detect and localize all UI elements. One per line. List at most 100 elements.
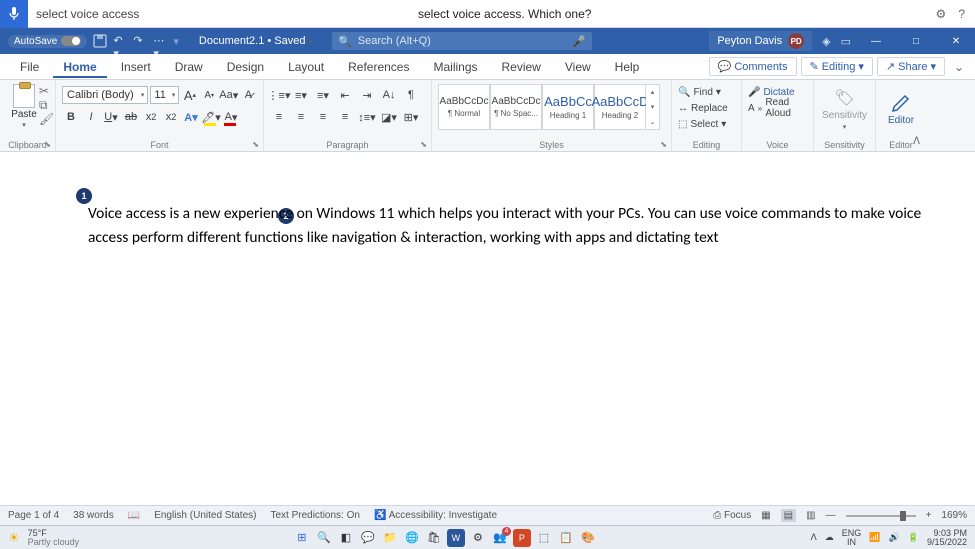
volume-icon[interactable]: 🔊 (889, 532, 900, 543)
strikethrough-button[interactable]: ab (122, 108, 140, 126)
align-right-button[interactable]: ≡ (314, 108, 332, 126)
tab-draw[interactable]: Draw (165, 56, 213, 78)
style-heading1[interactable]: AaBbCc Heading 1 (542, 84, 594, 130)
style-heading2[interactable]: AaBbCcD Heading 2 (594, 84, 646, 130)
cut-icon[interactable]: ✂ (39, 84, 51, 96)
search-mic-icon[interactable]: 🎤 (572, 35, 586, 48)
format-painter-icon[interactable]: 🖌 (39, 112, 51, 124)
settings-icon[interactable]: ⚙ (469, 529, 487, 547)
app-icon-3[interactable]: 🎨 (579, 529, 597, 547)
focus-mode-button[interactable]: ⎙ Focus (713, 510, 751, 521)
grow-font-button[interactable]: A▴ (181, 86, 198, 104)
underline-button[interactable]: U▾ (102, 108, 120, 126)
find-button[interactable]: 🔍 Find ▾ (678, 84, 735, 100)
word-count[interactable]: 38 words (73, 510, 114, 521)
app-icon[interactable]: ⬚ (535, 529, 553, 547)
spellcheck-icon[interactable]: 📖 (128, 510, 140, 521)
maximize-button[interactable]: □ (901, 28, 931, 54)
font-selector[interactable]: Calibri (Body)▾ (62, 86, 148, 104)
dialog-launcher-icon[interactable]: ⬊ (420, 140, 427, 149)
tab-references[interactable]: References (338, 56, 419, 78)
align-left-button[interactable]: ≡ (270, 108, 288, 126)
clear-formatting-button[interactable]: A̷ (240, 86, 257, 104)
tab-help[interactable]: Help (605, 56, 650, 78)
edge-icon[interactable]: 🌐 (403, 529, 421, 547)
borders-button[interactable]: ⊞▾ (402, 108, 420, 126)
document-canvas[interactable]: 1 2 Voice access is a new experience on … (0, 152, 975, 505)
style-normal[interactable]: AaBbCcDc ¶ Normal (438, 84, 490, 130)
zoom-out-button[interactable]: — (826, 510, 836, 521)
zoom-slider[interactable] (846, 515, 916, 517)
taskbar-search-icon[interactable]: 🔍 (315, 529, 333, 547)
style-no-spacing[interactable]: AaBbCcDc ¶ No Spac... (490, 84, 542, 130)
page-indicator[interactable]: Page 1 of 4 (8, 510, 59, 521)
font-color-button[interactable]: A▾ (222, 108, 240, 126)
tab-review[interactable]: Review (492, 56, 551, 78)
user-account-button[interactable]: Peyton Davis PD (709, 31, 812, 51)
undo-icon[interactable]: ↶ ▾ (113, 34, 127, 48)
tab-mailings[interactable]: Mailings (423, 56, 487, 78)
start-button[interactable]: ⊞ (293, 529, 311, 547)
file-explorer-icon[interactable]: 📁 (381, 529, 399, 547)
close-button[interactable]: ✕ (941, 28, 971, 54)
tab-home[interactable]: Home (53, 56, 106, 78)
read-aloud-button[interactable]: A» Read Aloud (748, 100, 807, 116)
diamond-icon[interactable]: ◈ (822, 35, 830, 48)
language-indicator[interactable]: English (United States) (154, 510, 256, 521)
tray-chevron-icon[interactable]: ᐱ (811, 532, 817, 543)
redo-icon[interactable]: ↷ (133, 34, 147, 48)
voice-access-help-icon[interactable]: ? (958, 7, 965, 21)
bullets-button[interactable]: ⋮≡▾ (270, 86, 288, 104)
zoom-in-button[interactable]: + (926, 510, 932, 521)
line-spacing-button[interactable]: ↕≡▾ (358, 108, 376, 126)
print-layout-icon[interactable]: ▤ (781, 509, 796, 522)
change-case-button[interactable]: Aa▾ (220, 86, 238, 104)
tab-view[interactable]: View (555, 56, 601, 78)
share-button[interactable]: ↗ Share ▾ (877, 57, 945, 76)
task-view-icon[interactable]: ◧ (337, 529, 355, 547)
text-effects-button[interactable]: A▾ (182, 108, 200, 126)
dialog-launcher-icon[interactable]: ⬊ (660, 140, 667, 149)
store-icon[interactable]: 🛍 (425, 529, 443, 547)
show-marks-button[interactable]: ¶ (402, 86, 420, 104)
autosave-toggle[interactable]: AutoSave (8, 35, 87, 48)
wifi-icon[interactable]: 📶 (869, 532, 880, 543)
collapse-ribbon-icon[interactable]: ᐱ (913, 136, 920, 147)
qat-more-icon[interactable]: ⋯ ▾ (153, 34, 167, 48)
text-predictions-indicator[interactable]: Text Predictions: On (270, 510, 359, 521)
copy-icon[interactable]: ⧉ (39, 98, 51, 110)
editor-button[interactable]: Editor (882, 84, 920, 134)
tab-file[interactable]: File (10, 56, 49, 78)
onedrive-icon[interactable]: ☁ (825, 532, 834, 543)
teams-icon[interactable]: 👥4 (491, 529, 509, 547)
numbering-button[interactable]: ≡▾ (292, 86, 310, 104)
tab-layout[interactable]: Layout (278, 56, 334, 78)
shrink-font-button[interactable]: A▾ (201, 86, 218, 104)
minimize-button[interactable]: — (861, 28, 891, 54)
weather-widget[interactable]: 75°F Partly cloudy (28, 529, 80, 547)
save-icon[interactable] (93, 34, 107, 48)
tab-design[interactable]: Design (217, 56, 274, 78)
read-mode-icon[interactable]: ▦ (761, 510, 770, 521)
powerpoint-icon[interactable]: P (513, 529, 531, 547)
comments-button[interactable]: 💬 Comments (709, 57, 797, 76)
language-indicator-taskbar[interactable]: ENGIN (842, 529, 862, 547)
voice-access-mic-button[interactable] (0, 0, 28, 28)
word-icon[interactable]: W (447, 529, 465, 547)
styles-gallery-more[interactable]: ▴▾⌄ (646, 84, 660, 130)
app-mode-icon[interactable]: ▭ (841, 35, 851, 48)
voice-access-settings-icon[interactable]: ⚙ (936, 7, 947, 21)
chat-icon[interactable]: 💬 (359, 529, 377, 547)
justify-button[interactable]: ≡ (336, 108, 354, 126)
dialog-launcher-icon[interactable]: ⬊ (44, 140, 51, 149)
editing-mode-button[interactable]: ✎ Editing ▾ (801, 57, 873, 76)
dialog-launcher-icon[interactable]: ⬊ (252, 140, 259, 149)
ribbon-options-button[interactable]: ⌄ (949, 60, 969, 74)
web-layout-icon[interactable]: ▥ (806, 510, 815, 521)
increase-indent-button[interactable]: ⇥ (358, 86, 376, 104)
app-icon-2[interactable]: 📋 (557, 529, 575, 547)
weather-icon[interactable]: ☀ (8, 530, 20, 546)
paste-button[interactable]: Paste ▾ (6, 84, 42, 129)
highlight-button[interactable]: 🖊▾ (202, 108, 220, 126)
search-box[interactable]: 🔍 Search (Alt+Q) 🎤 (332, 32, 592, 50)
